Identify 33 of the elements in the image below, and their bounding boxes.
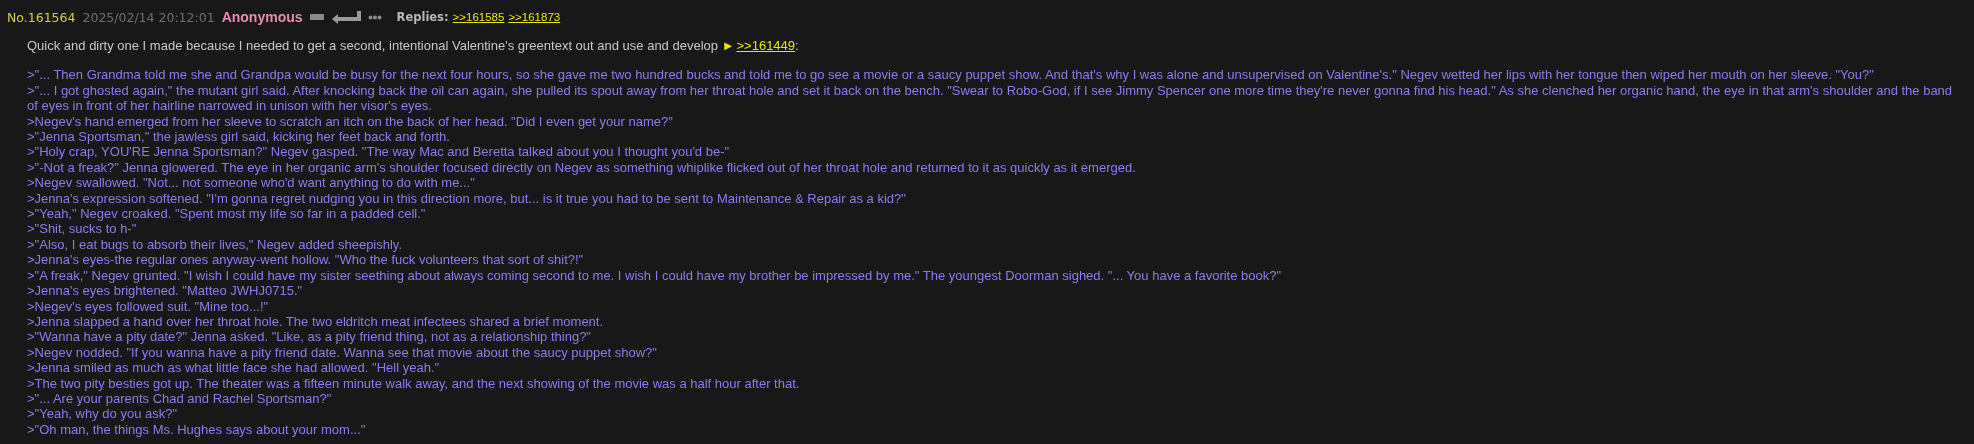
poster-name: Anonymous: [221, 9, 303, 25]
reply-link[interactable]: >>161585: [452, 11, 505, 23]
greentext-line: >Jenna slapped a hand over her throat hole. The two eldritch meat infectees shared a brief moment.: [27, 313, 605, 330]
greentext-line: >"Wanna have a pity date?" Jenna asked. "Like, as a pity friend thing, not as a relationship thing?": [27, 329, 592, 345]
more-icon[interactable]: [367, 14, 382, 20]
greentext-line: >Jenna's eyes brightened. "Matteo JWHJ0715.": [27, 283, 304, 299]
greentext-line: >Jenna's eyes-the regular ones anyway-went hollow. "Who the fuck volunteers that sort of shit?!": [27, 252, 585, 268]
greentext-line: >"Oh man, the things Ms. Hughes says about your mom...": [27, 421, 367, 438]
post-number[interactable]: No.161564: [7, 9, 76, 25]
return-arrow-icon[interactable]: [330, 10, 361, 24]
greentext-line: >Negev swallowed. "Not... not someone who'd want anything to do with me...": [27, 175, 476, 191]
greentext-line: >"-Not a freak?" Jenna glowered. The eye in her organic arm's shoulder focused directly on Negev as something whiplike flicked out of her throat hole and returned to it as quickly as it emerged.: [27, 159, 1137, 176]
greentext-line: >"Yeah," Negev croaked. "Spent most my life so far in a padded cell.": [27, 206, 427, 222]
greentext-line: >"... I got ghosted again," the mutant girl said. After knocking back the oil can again, she pulled its spout away from her throat hole and set it back on the bench. "Swear to Robo-God, if I see Jimmy Spencer one more time they're never gonna find his head." As she clenched her organic hand, the eye in that arm's shoulder and the band of eyes in front of her hairline narrowed in unison with her visor's eyes.: [27, 82, 1954, 114]
greentext-line: >"Shit, sucks to h-": [27, 221, 138, 237]
greentext-line: >The two pity besties got up. The theater was a fifteen minute walk away, and the next showing of the movie was a half hour after that.: [27, 375, 801, 391]
post-date: 2025/02/14 20:12:01: [82, 9, 215, 25]
reply-link[interactable]: >>161873: [508, 11, 561, 23]
greentext-line: >"A freak," Negev grunted. "I wish I could have my sister seething about always coming second to me. I wish I could have my brother be impressed by me." The youngest Doorman sighed. "... You have a favorite book?": [27, 267, 1283, 284]
greentext-line: >Negev nodded. "If you wanna have a pity friend date. Wanna see that movie about the saucy puppet show?": [27, 344, 658, 361]
greentext-line: >Negev's eyes followed suit. "Mine too...!": [27, 298, 270, 314]
greentext-line: >"Yeah, why do you ask?": [27, 406, 179, 422]
post-intro: Quick and dirty one I made because I needed to get a second, intentional Valentine's greentext out and use and develop ►>>161449:: [27, 38, 800, 54]
greentext-line: >Jenna's expression softened. "I'm gonna regret nudging you in this direction more, but... is it true you had to be sent to Maintenance & Repair as a kid?": [27, 190, 907, 207]
greentext-line: >"Jenna Sportsman," the jawless girl said, kicking her feet back and forth.: [27, 129, 451, 145]
minus-icon[interactable]: [309, 14, 324, 20]
replies-label: Replies:: [396, 10, 449, 24]
greentext-line: >"... Then Grandma told me she and Grandpa would be busy for the next four hours, so she gave me two hundred bucks and told me to go see a movie or a saucy puppet show. And that's why I was alone and unsupervised on Valentine's." Negev wetted her lips with her tongue then wiped her mouth on her sleeve. "You?": [27, 67, 1875, 83]
greentext-line: >"Holy crap, YOU'RE Jenna Sportsman?" Negev gasped. "The way Mac and Beretta talked about you I thought you'd be-": [27, 144, 731, 160]
greentext-line: >"... Are your parents Chad and Rachel Sportsman?": [27, 390, 333, 407]
greentext-line: >"Also, I eat bugs to absorb their lives," Negev added sheepishly.: [27, 236, 403, 253]
greentext-line: >Negev's hand emerged from her sleeve to scratch an itch on the back of her head. "Did I even get your name?": [27, 113, 674, 130]
greentext-line: >Jenna smiled as much as what little face she had allowed. "Hell yeah.": [27, 360, 441, 376]
